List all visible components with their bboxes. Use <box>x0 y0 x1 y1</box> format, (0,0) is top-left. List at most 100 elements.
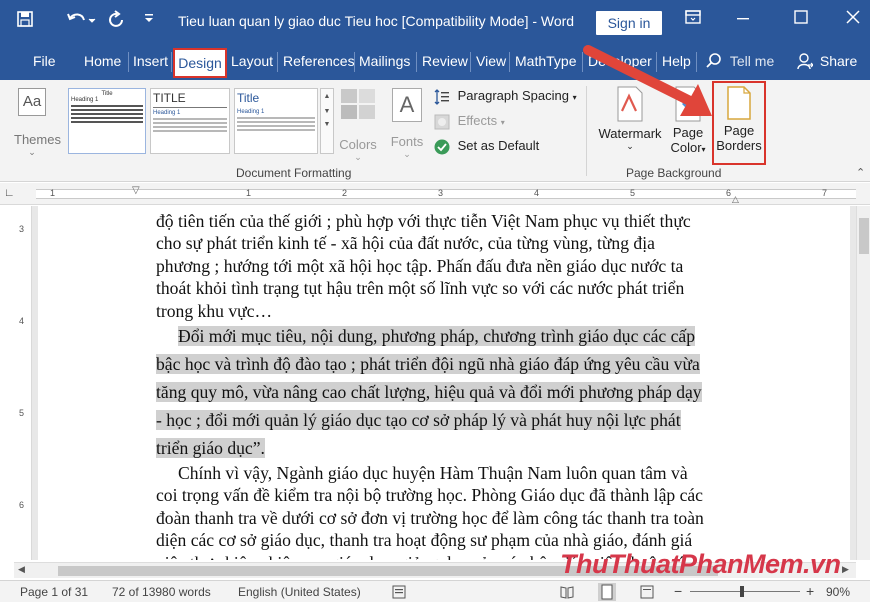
zoom-out-button[interactable]: − <box>674 583 682 599</box>
style-set-item[interactable]: Title Heading 1 <box>234 88 318 154</box>
tab-layout[interactable]: Layout <box>231 53 273 69</box>
tab-review[interactable]: Review <box>422 53 468 69</box>
page-count[interactable]: Page 1 of 31 <box>20 585 88 599</box>
vruler-number: 3 <box>19 224 25 234</box>
paragraph-1: độ tiên tiến của thế giới ; phù hợp với … <box>156 210 750 322</box>
scroll-left-icon[interactable]: ◀ <box>18 564 25 575</box>
paragraph-spacing-icon <box>434 88 449 105</box>
dropdown-chevron-icon: ⌄ <box>28 147 36 157</box>
ruler-number: 2 <box>342 188 348 198</box>
ruler-number: 6 <box>726 188 732 198</box>
scrollbar-thumb[interactable] <box>859 218 869 254</box>
set-as-default-button[interactable]: Set as Default <box>434 138 539 155</box>
watermark-label: Watermark <box>598 126 662 141</box>
selected-text-line: tăng quy mô, vừa nâng cao chất lượng, hi… <box>156 382 702 402</box>
save-icon[interactable] <box>16 10 34 33</box>
paragraph-spacing-label: Paragraph Spacing <box>457 88 569 103</box>
style-set-item[interactable]: TITLE Heading 1 <box>150 88 230 154</box>
tab-developer[interactable]: Developer <box>588 53 652 69</box>
ruler-number: 1 <box>246 188 252 198</box>
tab-insert[interactable]: Insert <box>133 53 168 69</box>
page-color-label-2: Color <box>670 140 702 155</box>
collapse-ribbon-icon[interactable]: ⌃ <box>856 166 865 179</box>
effects-button[interactable]: Effects ▾ <box>434 113 505 130</box>
zoom-in-button[interactable]: + <box>806 583 814 599</box>
paragraph-spacing-button[interactable]: Paragraph Spacing ▾ <box>434 88 577 105</box>
close-icon[interactable] <box>838 10 868 29</box>
gallery-scroll[interactable]: ▲ ▼ ▼ <box>320 88 334 154</box>
tab-mailings[interactable]: Mailings <box>359 53 410 69</box>
status-bar: Page 1 of 31 72 of 13980 words English (… <box>0 580 870 602</box>
dropdown-chevron-icon: ⌄ <box>403 149 411 159</box>
fonts-label: Fonts <box>390 134 424 149</box>
tab-separator <box>416 52 417 72</box>
ruler-number: 5 <box>630 188 636 198</box>
ruler-number: 3 <box>438 188 444 198</box>
tab-design[interactable]: Design <box>173 48 227 78</box>
effects-label: Effects <box>457 113 498 128</box>
dropdown-arrow-icon: ▾ <box>701 145 706 154</box>
scroll-right-icon[interactable]: ▶ <box>842 564 849 575</box>
scroll-up-icon[interactable]: ▲ <box>321 93 333 100</box>
tab-file[interactable]: File <box>33 53 56 69</box>
style-set-item[interactable]: Title Heading 1 <box>68 88 146 154</box>
maximize-icon[interactable] <box>786 10 816 29</box>
tab-stop-selector-icon[interactable]: ∟ <box>4 187 15 199</box>
tab-references[interactable]: References <box>283 53 355 69</box>
site-watermark: ThuThuatPhanMem.vn <box>560 549 841 579</box>
checkmark-icon <box>434 139 450 155</box>
dropdown-chevron-icon: ⌄ <box>354 152 362 162</box>
vertical-scrollbar[interactable] <box>856 206 870 560</box>
language-indicator[interactable]: English (United States) <box>238 585 361 599</box>
customize-quick-access-icon[interactable] <box>144 10 154 32</box>
web-layout-icon[interactable] <box>640 585 654 602</box>
undo-icon[interactable] <box>66 10 96 35</box>
page-background-group-label: Page Background <box>626 166 722 180</box>
ruler-number: 7 <box>822 188 828 198</box>
read-mode-icon[interactable] <box>560 585 574 602</box>
page-borders-button[interactable]: Page Borders <box>714 86 764 153</box>
redo-icon[interactable] <box>108 10 126 35</box>
dropdown-arrow-icon: ▾ <box>500 118 505 127</box>
document-area: độ tiên tiến của thế giới ; phù hợp với … <box>32 206 856 560</box>
text-line: trong khu vực… <box>156 300 273 321</box>
tab-separator <box>696 52 697 72</box>
selected-text-line: Đổi mới mục tiêu, nội dung, phương pháp,… <box>178 326 696 346</box>
document-page[interactable]: độ tiên tiến của thế giới ; phù hợp với … <box>38 206 850 560</box>
dropdown-chevron-icon: ⌄ <box>626 141 634 151</box>
print-layout-icon[interactable] <box>598 583 616 602</box>
page-borders-icon <box>727 86 751 120</box>
share-button[interactable]: Share <box>797 53 857 70</box>
minimize-icon[interactable] <box>728 10 758 29</box>
colors-label: Colors <box>339 137 377 152</box>
scroll-down-icon[interactable]: ▼ <box>321 108 333 115</box>
ribbon-display-options-icon[interactable] <box>678 10 708 29</box>
zoom-slider-thumb[interactable] <box>740 586 744 597</box>
text-line: thoát khỏi tình trạng tụt hậu trên một s… <box>156 278 685 299</box>
selected-text-line: bậc học và trình độ đào tạo ; phát triển… <box>156 354 700 374</box>
tell-me-search[interactable]: Tell me <box>706 53 774 69</box>
tab-home[interactable]: Home <box>84 53 121 69</box>
themes-icon: Aa <box>18 88 46 116</box>
sign-in-button[interactable]: Sign in <box>596 11 662 35</box>
gallery-more-icon[interactable]: ▼ <box>321 121 333 128</box>
indent-marker-icon[interactable]: ▽ <box>132 185 140 196</box>
macro-recording-icon[interactable] <box>392 585 406 602</box>
colors-button[interactable]: Colors ⌄ <box>338 88 378 163</box>
tab-mathtype[interactable]: MathType <box>515 53 576 69</box>
indent-marker-icon[interactable]: △ <box>732 194 739 205</box>
horizontal-ruler[interactable]: ∟ 1 1 2 3 4 5 6 7 ▽ △ <box>0 183 870 205</box>
watermark-button[interactable]: Watermark ⌄ <box>596 86 664 152</box>
tab-view[interactable]: View <box>476 53 506 69</box>
tab-separator <box>470 52 471 72</box>
fonts-icon: A <box>392 88 422 122</box>
text-line: đoàn thanh tra về dưới cơ sở đơn vị trườ… <box>156 507 704 528</box>
fonts-button[interactable]: A Fonts ⌄ <box>388 88 426 160</box>
word-count[interactable]: 72 of 13980 words <box>112 585 211 599</box>
page-color-button[interactable]: Page Color▾ <box>666 86 710 155</box>
themes-button[interactable]: Aa Themes ⌄ <box>14 88 61 168</box>
zoom-level[interactable]: 90% <box>826 585 850 599</box>
watermark-icon <box>617 86 643 122</box>
zoom-slider-track[interactable] <box>690 591 800 592</box>
tab-help[interactable]: Help <box>662 53 691 69</box>
